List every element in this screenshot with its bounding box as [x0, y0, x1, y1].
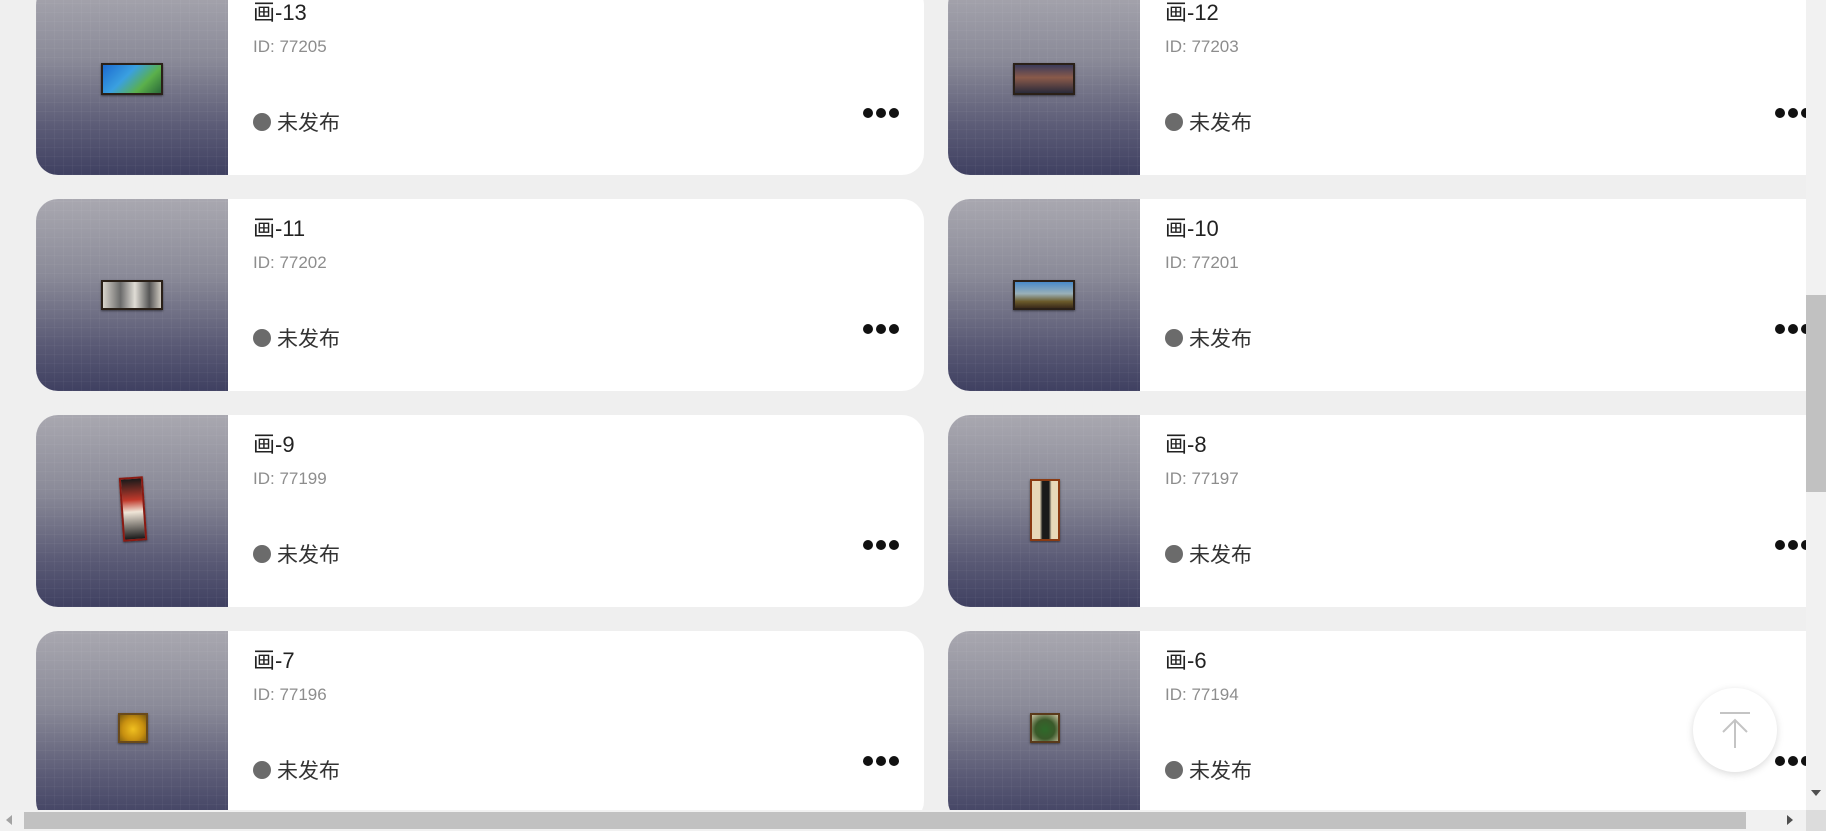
artwork-card[interactable]: 画-10 ID: 77201 未发布: [948, 199, 1806, 391]
scrollbar-corner: [1806, 810, 1826, 831]
scroll-down-arrow-icon[interactable]: [1811, 790, 1821, 796]
artwork-id: ID: 77199: [253, 469, 327, 488]
status-dot-icon: [1165, 329, 1183, 347]
artwork-id: ID: 77205: [253, 37, 327, 56]
status-label: 未发布: [277, 760, 340, 783]
status-dot-icon: [253, 545, 271, 563]
artwork-card[interactable]: 画-13 ID: 77205 未发布: [36, 0, 924, 175]
more-dots-icon[interactable]: [1775, 104, 1806, 122]
status-dot-icon: [1165, 761, 1183, 779]
painting-preview: [1013, 280, 1075, 310]
artwork-thumbnail[interactable]: [36, 199, 228, 391]
status-label: 未发布: [277, 544, 340, 567]
artwork-thumbnail[interactable]: [948, 631, 1140, 810]
more-dots-icon[interactable]: [1775, 536, 1806, 554]
artwork-card[interactable]: 画-9 ID: 77199 未发布: [36, 415, 924, 607]
more-dots-icon[interactable]: [863, 752, 899, 770]
status-label: 未发布: [1189, 328, 1252, 351]
artwork-card[interactable]: 画-7 ID: 77196 未发布: [36, 631, 924, 810]
scroll-left-arrow-icon[interactable]: [6, 815, 12, 825]
status-label: 未发布: [277, 112, 340, 135]
artwork-title: 画-11: [253, 216, 306, 241]
painting-preview: [1013, 63, 1075, 95]
artwork-title: 画-8: [1165, 432, 1207, 457]
painting-preview: [101, 63, 163, 95]
status-label: 未发布: [1189, 760, 1252, 783]
artwork-id: ID: 77201: [1165, 253, 1239, 272]
artwork-title: 画-6: [1165, 648, 1207, 673]
publish-status: 未发布: [253, 539, 340, 569]
publish-status: 未发布: [1165, 323, 1252, 353]
artwork-thumbnail[interactable]: [948, 415, 1140, 607]
more-dots-icon[interactable]: [1775, 320, 1806, 338]
publish-status: 未发布: [1165, 755, 1252, 785]
status-dot-icon: [253, 329, 271, 347]
painting-preview: [118, 713, 148, 743]
artwork-id: ID: 77203: [1165, 37, 1239, 56]
artwork-title: 画-12: [1165, 0, 1219, 25]
painting-preview: [101, 280, 163, 310]
publish-status: 未发布: [253, 323, 340, 353]
artwork-title: 画-9: [253, 432, 295, 457]
arrow-up-to-top-icon: [1720, 712, 1750, 748]
artwork-card[interactable]: 画-6 ID: 77194 未发布: [948, 631, 1806, 810]
artwork-card[interactable]: 画-8 ID: 77197 未发布: [948, 415, 1806, 607]
artwork-title: 画-7: [253, 648, 295, 673]
artwork-card[interactable]: 画-12 ID: 77203 未发布: [948, 0, 1806, 175]
artwork-title: 画-13: [253, 0, 307, 25]
more-dots-icon[interactable]: [1775, 752, 1806, 770]
status-dot-icon: [1165, 545, 1183, 563]
scroll-right-arrow-icon[interactable]: [1787, 815, 1793, 825]
status-label: 未发布: [277, 328, 340, 351]
artwork-id: ID: 77196: [253, 685, 327, 704]
artwork-thumbnail[interactable]: [948, 0, 1140, 175]
more-dots-icon[interactable]: [863, 536, 899, 554]
status-dot-icon: [253, 113, 271, 131]
status-label: 未发布: [1189, 544, 1252, 567]
status-dot-icon: [1165, 113, 1183, 131]
back-to-top-button[interactable]: [1693, 688, 1777, 772]
vertical-scrollbar-thumb[interactable]: [1806, 295, 1826, 492]
artwork-id: ID: 77197: [1165, 469, 1239, 488]
painting-preview: [1030, 713, 1060, 743]
artwork-thumbnail[interactable]: [948, 199, 1140, 391]
status-label: 未发布: [1189, 112, 1252, 135]
more-dots-icon[interactable]: [863, 320, 899, 338]
artwork-card[interactable]: 画-11 ID: 77202 未发布: [36, 199, 924, 391]
horizontal-scrollbar-thumb[interactable]: [24, 812, 1746, 829]
artwork-id: ID: 77194: [1165, 685, 1239, 704]
status-dot-icon: [253, 761, 271, 779]
painting-preview: [1030, 479, 1060, 541]
publish-status: 未发布: [1165, 539, 1252, 569]
artwork-thumbnail[interactable]: [36, 415, 228, 607]
artwork-list-viewport: 画-13 ID: 77205 未发布 画-12 ID: 77203 未发布 画-…: [0, 0, 1806, 810]
more-dots-icon[interactable]: [863, 104, 899, 122]
artwork-thumbnail[interactable]: [36, 631, 228, 810]
publish-status: 未发布: [253, 107, 340, 137]
artwork-thumbnail[interactable]: [36, 0, 228, 175]
publish-status: 未发布: [1165, 107, 1252, 137]
painting-preview: [118, 476, 148, 542]
publish-status: 未发布: [253, 755, 340, 785]
artwork-title: 画-10: [1165, 216, 1219, 241]
artwork-id: ID: 77202: [253, 253, 327, 272]
